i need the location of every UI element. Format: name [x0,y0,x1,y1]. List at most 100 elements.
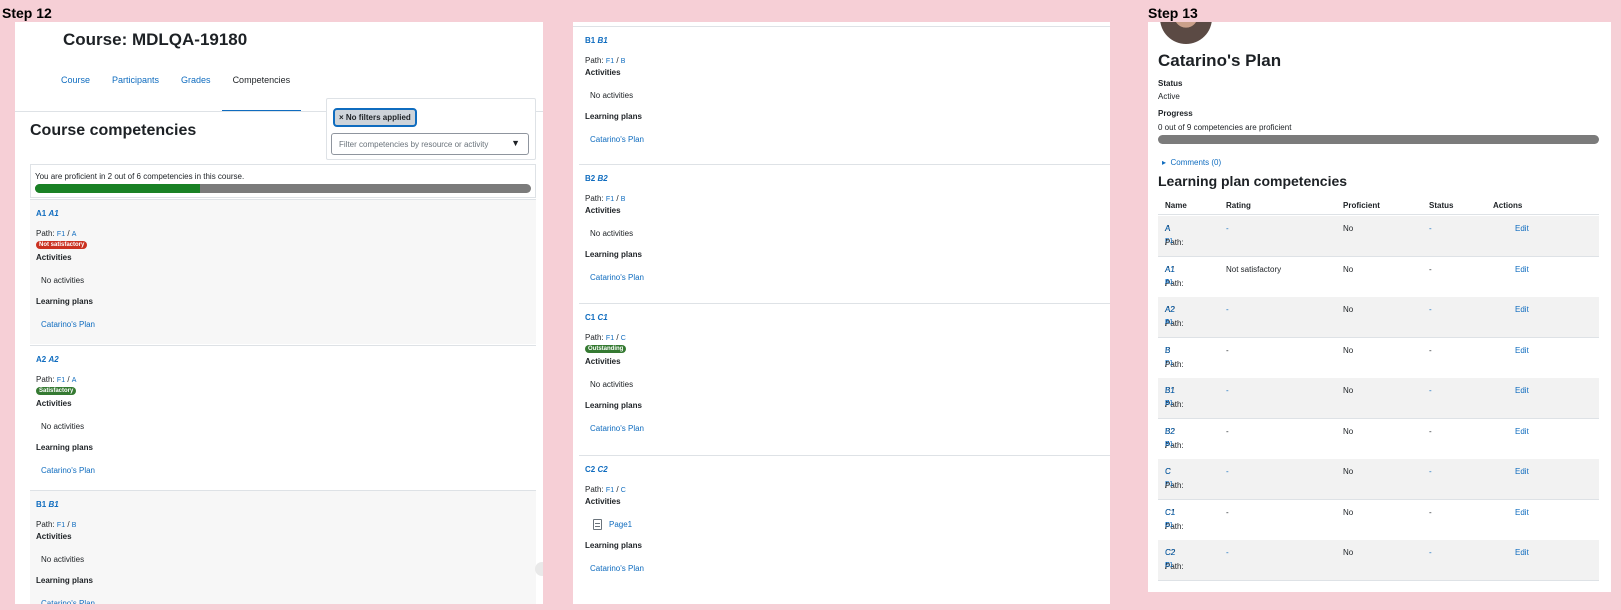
competency-id-link[interactable]: A1 [36,209,46,218]
no-filters-tag[interactable]: × No filters applied [333,108,417,127]
learning-plan-link[interactable]: Catarino's Plan [41,599,95,604]
competency-name: C2 [597,465,608,474]
filter-select[interactable]: Filter competencies by resource or activ… [331,133,529,155]
competency-id-link[interactable]: C1 [1165,508,1175,517]
competency-id-link[interactable]: B1 [36,500,46,509]
page-icon [593,519,602,530]
path-parent-link[interactable]: A [72,377,77,384]
path-parent-link[interactable]: B [72,522,77,529]
comments-toggle[interactable]: ▸ Comments (0) [1162,158,1221,167]
competency-id-link[interactable]: B [1165,346,1170,355]
path-parent-link[interactable]: C [1165,562,1170,569]
path-parent-link[interactable]: B [621,196,626,203]
path-parent-link[interactable]: A [1165,279,1170,286]
proficient-cell: No [1343,305,1354,314]
competency-name: B1 [48,500,59,509]
edit-link[interactable]: Edit [1515,346,1529,355]
status-cell: - [1429,345,1432,355]
path-framework-link[interactable]: F1 [57,522,65,529]
competency-id-link[interactable]: A1 [1165,265,1175,274]
edit-link[interactable]: Edit [1515,265,1529,274]
activity-link[interactable]: Page1 [609,520,632,529]
competency-name: A1 [48,209,59,218]
path-separator: / [616,485,619,494]
avatar [1160,22,1212,44]
path-label: Path: [585,56,604,65]
scroll-handle[interactable] [535,562,543,576]
tab-participants[interactable]: Participants [101,66,170,112]
competency-heading[interactable]: B1 B1 [585,36,608,45]
progress-fill [35,184,201,193]
path-parent-link[interactable]: B [1165,400,1170,407]
edit-link[interactable]: Edit [1515,548,1529,557]
path-framework-link[interactable]: F1 [606,335,614,342]
competency-card: C2 C2 Path: F1 / C Activities Page1 Learning… [579,456,1110,604]
competency-card: C1 C1 Path: F1 / C Outstanding Activities No… [579,304,1110,456]
path-parent-link[interactable]: C [621,335,626,342]
competency-heading[interactable]: B2 B2 [585,174,608,183]
activities-heading: Activities [585,206,621,215]
proficiency-progress-bar [35,184,531,193]
rating-cell: - [1226,548,1229,557]
edit-link[interactable]: Edit [1515,467,1529,476]
path-parent-link[interactable]: A [72,231,77,238]
rating-cell: - [1226,305,1229,314]
path-parent-link[interactable]: B [621,58,626,65]
competency-heading[interactable]: C2 C2 [585,465,608,474]
competency-id-link[interactable]: A2 [36,355,46,364]
comments-link: Comments (0) [1170,158,1222,167]
status-cell: - [1429,507,1432,517]
edit-link[interactable]: Edit [1515,305,1529,314]
competency-id-link[interactable]: B2 [1165,427,1175,436]
edit-link[interactable]: Edit [1515,224,1529,233]
competency-id-link[interactable]: C [1165,467,1171,476]
competency-heading[interactable]: B1 B1 [36,500,59,509]
competency-id-link[interactable]: C2 [1165,548,1175,557]
learning-plan-link[interactable]: Catarino's Plan [590,564,644,573]
edit-link[interactable]: Edit [1515,427,1529,436]
path-framework-link[interactable]: F1 [57,377,65,384]
rating-badge: Not satisfactory [36,241,88,249]
rating-cell: - [1226,386,1229,395]
path-parent-link[interactable]: A [1165,319,1170,326]
edit-link[interactable]: Edit [1515,508,1529,517]
path-label: Path: [36,229,55,238]
path-framework-link[interactable]: F1 [606,196,614,203]
competency-heading[interactable]: A2 A2 [36,355,59,364]
tab-competencies[interactable]: Competencies [221,66,302,112]
activities-heading: Activities [585,497,621,506]
status-cell: - [1429,467,1432,476]
competency-card: B1 B1 Path: F1 / B Activities No activities… [30,490,536,604]
path-parent-link[interactable]: B [1165,441,1170,448]
learning-plan-link[interactable]: Catarino's Plan [590,424,644,433]
competency-id-link[interactable]: C1 [585,313,595,322]
tab-course[interactable]: Course [50,66,101,112]
plan-title: Catarino's Plan [1158,51,1282,70]
competency-id-link[interactable]: B1 [1165,386,1175,395]
competency-id-link[interactable]: C2 [585,465,595,474]
competency-id-link[interactable]: A2 [1165,305,1175,314]
path-framework-link[interactable]: F1 [606,487,614,494]
learning-plan-link[interactable]: Catarino's Plan [41,466,95,475]
competency-id-link[interactable]: B2 [585,174,595,183]
tab-grades[interactable]: Grades [170,66,222,112]
competency-id-link[interactable]: A [1165,224,1170,233]
status-label: Status [1158,79,1183,88]
edit-link[interactable]: Edit [1515,386,1529,395]
learning-plan-link[interactable]: Catarino's Plan [590,273,644,282]
competency-id-link[interactable]: B1 [585,36,595,45]
table-header: Name Rating Proficient Status Actions [1158,197,1599,215]
course-competencies-continued: B1 B1 Path: F1 / B Activities No activities… [573,22,1110,604]
learning-plan-link[interactable]: Catarino's Plan [590,135,644,144]
path-parent-link[interactable]: C [1165,522,1170,529]
status-cell: - [1429,305,1432,314]
competency-heading[interactable]: C1 C1 [585,313,608,322]
path-framework-link[interactable]: F1 [606,58,614,65]
competency-heading[interactable]: A1 A1 [36,209,59,218]
competency-path: Path: F1 / C [585,333,626,342]
path-framework-link[interactable]: F1 [57,231,65,238]
col-actions: Actions [1493,201,1523,210]
path-parent-link[interactable]: C [621,487,626,494]
path-label: Path: [585,194,604,203]
learning-plan-link[interactable]: Catarino's Plan [41,320,95,329]
